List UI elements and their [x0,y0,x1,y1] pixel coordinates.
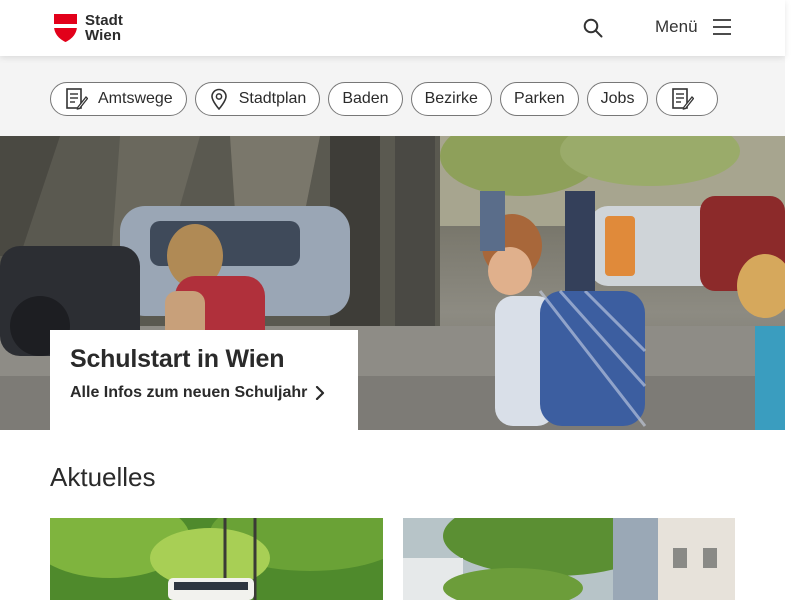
chip-amtswege[interactable]: Amtswege [50,82,187,116]
chip-label: Bezirke [424,90,478,107]
form-icon [672,88,695,110]
hero-teaser-card[interactable]: Schulstart in Wien Alle Infos zum neuen … [50,330,358,430]
chip-label: Amtswege [98,90,173,107]
form-icon [66,88,88,110]
search-button[interactable] [583,18,603,38]
chip-label: Parken [513,90,565,107]
menu-label: Menü [655,17,698,36]
chip-label: Baden [342,90,389,107]
chip-label: Jobs [600,90,635,107]
quicklinks-scroller[interactable]: Amtswege Stadtplan Baden Bezirke Parken … [50,82,735,116]
news-card[interactable] [50,518,383,600]
chip-parken[interactable]: Parken [499,82,579,116]
chip-label: Stadtplan [238,90,307,107]
hero-title: Schulstart in Wien [70,345,285,373]
stadt-wien-logo[interactable]: Stadt Wien [53,13,123,43]
search-icon [583,18,603,38]
site-header: Stadt Wien Menü [0,0,785,56]
street-with-buildings-photo [403,518,735,600]
news-card[interactable] [403,518,735,600]
chip-baden[interactable]: Baden [328,82,403,116]
location-pin-icon [210,88,227,110]
hero-link-label: Alle Infos zum neuen Schuljahr [70,384,308,401]
chip-jobs[interactable]: Jobs [586,82,649,116]
logo-text-stadt: Stadt [85,12,123,29]
section-title-aktuelles: Aktuelles [50,462,156,492]
chip-more-form[interactable] [656,82,719,116]
vienna-shield-icon [54,14,77,42]
logo-text-wien: Wien [85,27,122,44]
menu-button[interactable]: Menü [655,17,732,37]
chip-stadtplan[interactable]: Stadtplan [194,82,321,116]
chip-bezirke[interactable]: Bezirke [410,82,492,116]
hero-link[interactable]: Alle Infos zum neuen Schuljahr [70,384,338,402]
chevron-right-icon [316,386,325,400]
hamburger-icon [712,19,731,35]
tram-in-park-photo [50,518,383,600]
